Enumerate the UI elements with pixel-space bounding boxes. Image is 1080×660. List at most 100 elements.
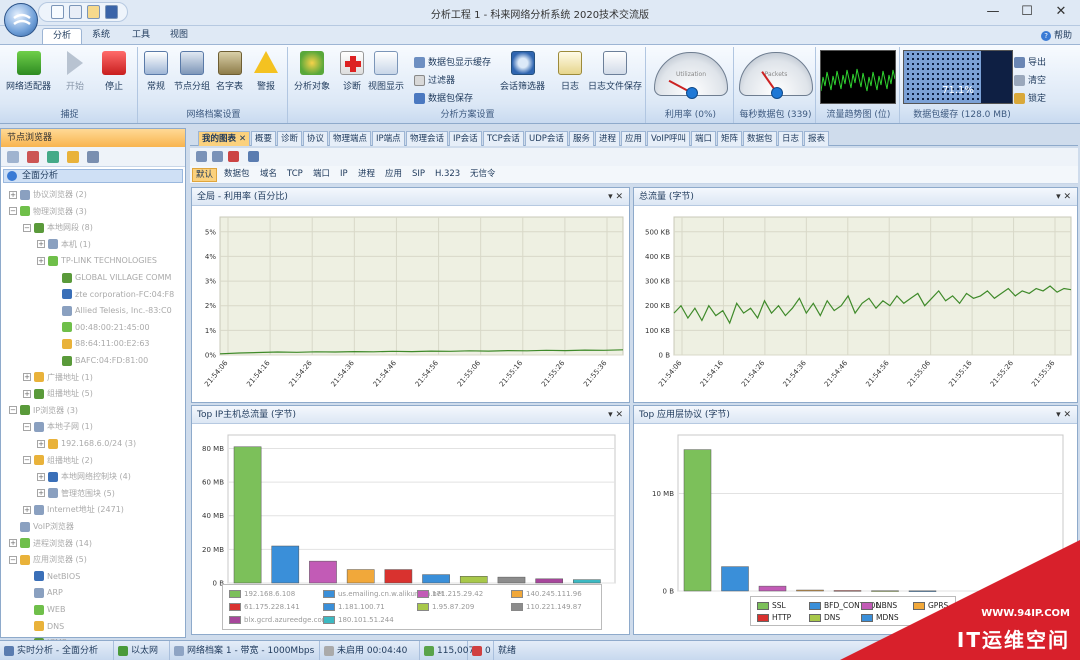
- close-button[interactable]: ✕: [1044, 0, 1078, 24]
- panel-controls[interactable]: ▾ ✕: [1056, 188, 1071, 206]
- legend-label: SSL: [772, 601, 786, 610]
- collapse-icon[interactable]: −: [9, 207, 17, 216]
- toolbar-icon-2[interactable]: [27, 151, 39, 163]
- doc-tab[interactable]: 数据包: [743, 131, 777, 146]
- expand-icon[interactable]: +: [23, 505, 31, 514]
- export-button[interactable]: 导出: [1014, 55, 1046, 68]
- expand-icon[interactable]: +: [37, 472, 45, 481]
- doc-tab[interactable]: IP会话: [449, 131, 482, 146]
- expand-icon[interactable]: +: [37, 439, 45, 448]
- filter-button[interactable]: 过滤器: [414, 73, 455, 86]
- maximize-button[interactable]: ☐: [1010, 0, 1044, 24]
- view-display-button[interactable]: 视图显示: [368, 51, 404, 92]
- doc-tab[interactable]: UDP会话: [525, 131, 568, 146]
- filter-tab[interactable]: TCP: [284, 168, 306, 182]
- close-tab-icon[interactable]: ✕: [236, 134, 246, 144]
- doc-tab[interactable]: 矩阵: [717, 131, 743, 146]
- doc-tab[interactable]: 报表: [804, 131, 830, 146]
- ribbon-tab-tools[interactable]: 工具: [122, 28, 160, 44]
- network-adapter-button[interactable]: 网络适配器: [6, 51, 51, 92]
- doc-tab[interactable]: 进程: [595, 131, 621, 146]
- view-display-icon: [374, 51, 398, 75]
- diagnosis-button[interactable]: 诊断: [340, 51, 364, 92]
- expand-icon[interactable]: +: [23, 373, 31, 382]
- filter-tab[interactable]: 数据包: [221, 168, 253, 182]
- doc-tab[interactable]: VoIP呼叫: [647, 131, 690, 146]
- filter-tab[interactable]: SIP: [409, 168, 428, 182]
- doc-tab[interactable]: 物理端点: [329, 131, 372, 146]
- doc-tab[interactable]: 端口: [691, 131, 717, 146]
- analysis-object-button[interactable]: 分析对象: [294, 51, 330, 92]
- ribbon-tab-system[interactable]: 系统: [82, 28, 120, 44]
- ribbon-tab-analyze[interactable]: 分析: [42, 28, 83, 44]
- name-table-button[interactable]: 名字表: [216, 51, 243, 92]
- filter-tab[interactable]: H.323: [432, 168, 463, 182]
- packet-display-buffer-button[interactable]: 数据包显示缓存: [414, 55, 491, 68]
- doc-tab[interactable]: 物理会话: [406, 131, 449, 146]
- general-button[interactable]: 常规: [144, 51, 168, 92]
- expand-icon[interactable]: +: [9, 190, 17, 199]
- chart-tool-icon-1[interactable]: [196, 151, 207, 162]
- doc-tab[interactable]: 我的图表 ✕: [198, 131, 251, 146]
- filter-tab[interactable]: 无信令: [467, 168, 499, 182]
- panel-topip-title: Top IP主机总流量 (字节) ▾ ✕: [192, 406, 629, 424]
- app-menu-button[interactable]: [4, 3, 38, 37]
- collapse-icon[interactable]: −: [23, 456, 31, 465]
- doc-tab[interactable]: 概要: [251, 131, 277, 146]
- clear-button[interactable]: 清空: [1014, 73, 1046, 86]
- stop-button[interactable]: 停止: [102, 51, 126, 92]
- filter-tab[interactable]: 端口: [310, 168, 333, 182]
- doc-tab[interactable]: TCP会话: [483, 131, 524, 146]
- collapse-icon[interactable]: −: [23, 422, 31, 431]
- start-button[interactable]: 开始: [66, 51, 84, 92]
- toolbar-icon-1[interactable]: [7, 151, 19, 163]
- chart-tool-icon-3[interactable]: [228, 151, 239, 162]
- panel-controls[interactable]: ▾ ✕: [608, 188, 623, 206]
- doc-tab[interactable]: 服务: [569, 131, 595, 146]
- chart-tool-icon-2[interactable]: [212, 151, 223, 162]
- doc-tab[interactable]: 协议: [303, 131, 329, 146]
- panel-controls[interactable]: ▾ ✕: [608, 406, 623, 424]
- group-capture-title: 捕捉: [60, 110, 79, 120]
- panel-traffic-title: 总流量 (字节) ▾ ✕: [634, 188, 1077, 206]
- doc-tab[interactable]: 日志: [778, 131, 804, 146]
- refresh-icon[interactable]: [248, 151, 259, 162]
- toolbar-icon-3[interactable]: [47, 151, 59, 163]
- legend-label: 192.168.6.108: [244, 590, 296, 598]
- doc-tab[interactable]: IP端点: [372, 131, 405, 146]
- log-button[interactable]: 日志: [558, 51, 582, 92]
- collapse-icon[interactable]: −: [9, 555, 17, 564]
- node-group-button[interactable]: 节点分组: [174, 51, 210, 92]
- tree-node-icon: [48, 438, 58, 449]
- expand-icon[interactable]: +: [23, 389, 31, 398]
- packet-buffer-meter: 71.1%: [903, 50, 1013, 104]
- filter-tab[interactable]: 进程: [355, 168, 378, 182]
- expand-icon[interactable]: +: [37, 489, 45, 498]
- collapse-icon[interactable]: −: [23, 223, 31, 232]
- minimize-button[interactable]: —: [976, 0, 1010, 24]
- doc-tab[interactable]: 应用: [621, 131, 647, 146]
- group-capture: 网络适配器 开始 停止 捕捉: [2, 47, 138, 123]
- filter-tab[interactable]: 默认: [192, 168, 218, 182]
- filter-tab[interactable]: 域名: [257, 168, 280, 182]
- toolbar-icon-4[interactable]: [67, 151, 79, 163]
- help-button[interactable]: ? 帮助: [1041, 28, 1072, 41]
- packet-save-button[interactable]: 数据包保存: [414, 91, 473, 104]
- tree-root-full-analysis[interactable]: 全面分析: [3, 169, 183, 183]
- session-filter-button[interactable]: 会话筛选器: [500, 51, 545, 92]
- filter-tab[interactable]: 应用: [382, 168, 405, 182]
- alarm-button[interactable]: 警报: [254, 51, 278, 92]
- expand-icon[interactable]: +: [37, 240, 45, 249]
- tree-node-icon: [48, 488, 58, 499]
- expand-icon[interactable]: +: [37, 256, 45, 265]
- panel-controls[interactable]: ▾ ✕: [1056, 406, 1071, 424]
- doc-tab[interactable]: 诊断: [277, 131, 303, 146]
- log-label: 日志: [560, 82, 579, 92]
- toolbar-icon-5[interactable]: [87, 151, 99, 163]
- log-file-save-button[interactable]: 日志文件保存: [588, 51, 642, 92]
- collapse-icon[interactable]: −: [9, 406, 17, 415]
- ribbon-tab-view[interactable]: 视图: [160, 28, 198, 44]
- lock-button[interactable]: 锁定: [1014, 91, 1046, 104]
- filter-tab[interactable]: IP: [337, 168, 351, 182]
- expand-icon[interactable]: +: [9, 539, 17, 548]
